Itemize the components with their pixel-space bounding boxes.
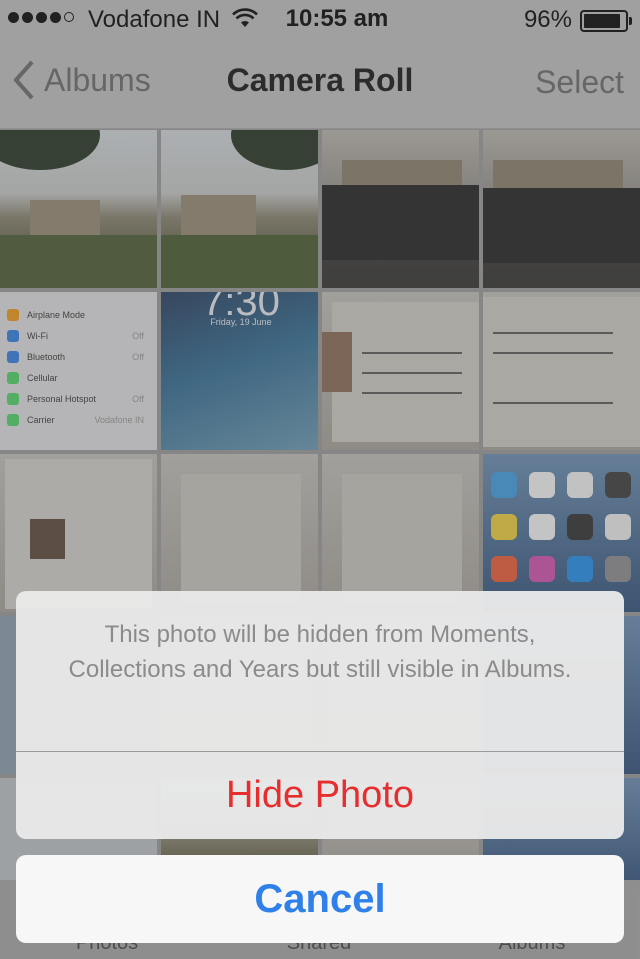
- hide-photo-button[interactable]: Hide Photo: [16, 752, 624, 839]
- action-sheet-message: This photo will be hidden from Moments, …: [68, 621, 572, 683]
- cancel-button[interactable]: Cancel: [16, 855, 624, 943]
- action-sheet: This photo will be hidden from Moments, …: [16, 591, 624, 839]
